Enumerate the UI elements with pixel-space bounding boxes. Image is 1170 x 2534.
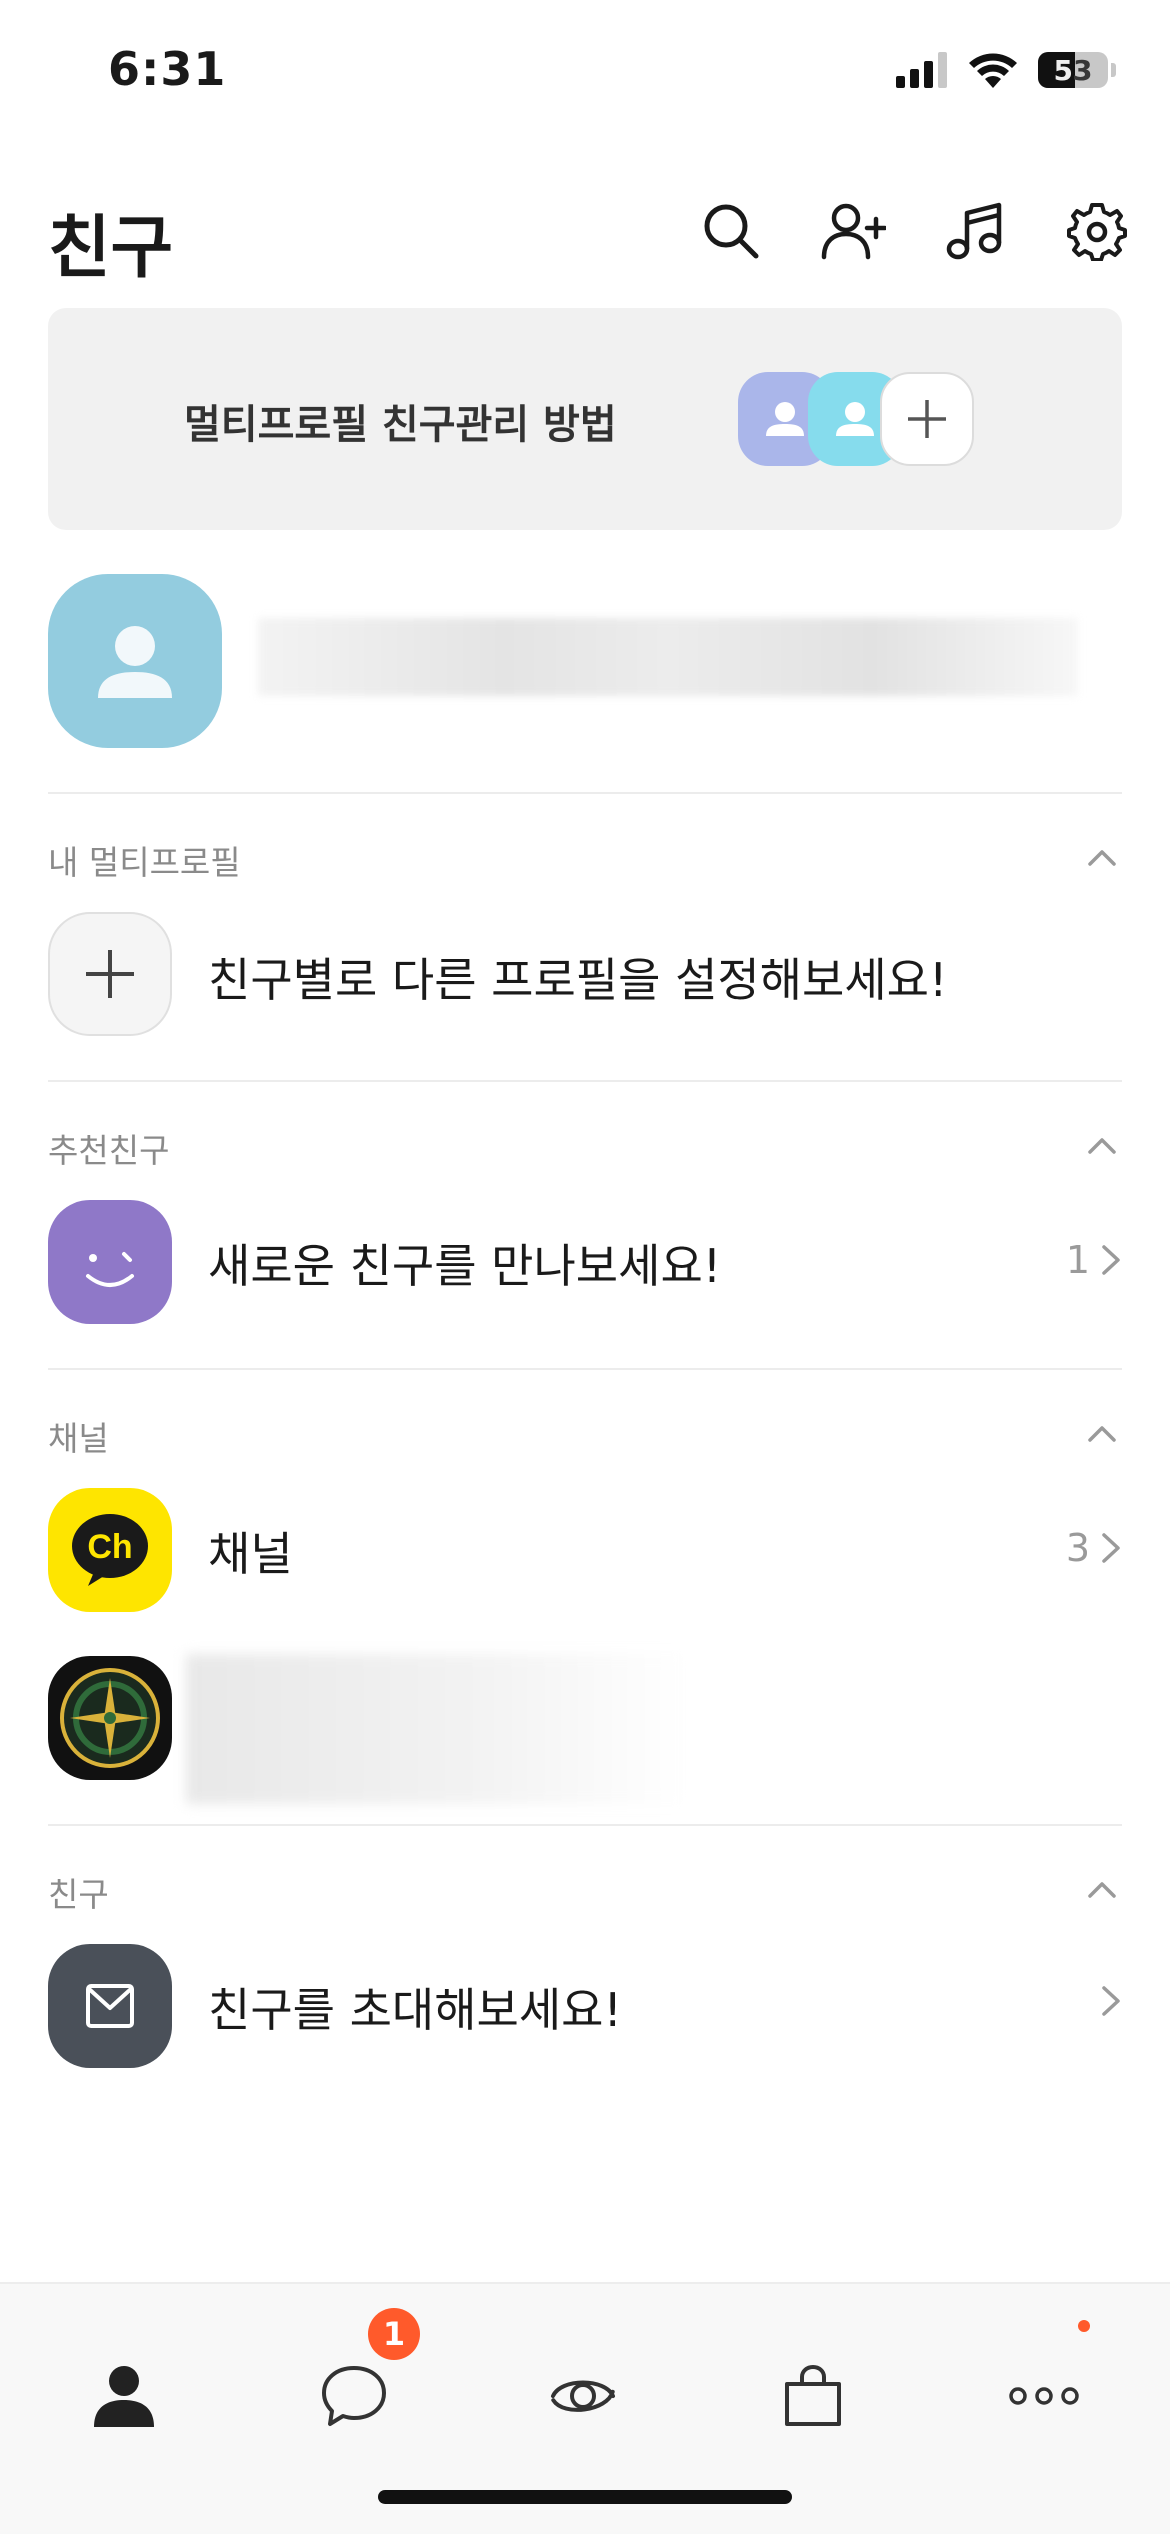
- chat-unread-badge: 1: [368, 2308, 420, 2360]
- chat-bubble-icon: [322, 2366, 386, 2426]
- chevron-up-icon[interactable]: [1082, 1414, 1122, 1454]
- recommend-count: 1: [1065, 1238, 1090, 1282]
- channel-item-avatar[interactable]: [48, 1656, 172, 1780]
- chevron-up-icon[interactable]: [1082, 838, 1122, 878]
- home-indicator[interactable]: [378, 2490, 792, 2504]
- search-button[interactable]: [698, 198, 764, 264]
- search-icon: [704, 204, 759, 259]
- chevron-right-icon: [1102, 1533, 1120, 1563]
- chevron-up-icon[interactable]: [1082, 1126, 1122, 1166]
- section-label-friends: 친구: [48, 1875, 109, 1914]
- section-label-multiprofile: 내 멀티프로필: [48, 843, 241, 882]
- channel-label[interactable]: 채널: [208, 1518, 293, 1584]
- chats-tab[interactable]: [304, 2346, 404, 2446]
- person-filled-icon: [94, 2366, 154, 2427]
- recommend-count-link[interactable]: 1: [1066, 1238, 1122, 1282]
- plus-icon: [908, 400, 946, 438]
- section-label-recommended: 추천친구: [48, 1131, 170, 1170]
- invite-friend-prompt[interactable]: 친구를 초대해보세요!: [208, 1974, 622, 2040]
- cellular-signal-icon: [896, 52, 947, 88]
- channel-count-link[interactable]: 3: [1066, 1526, 1122, 1570]
- shopping-tab[interactable]: [763, 2346, 863, 2446]
- chevron-up-icon[interactable]: [1082, 1870, 1122, 1910]
- recommend-friend-prompt[interactable]: 새로운 친구를 만나보세요!: [208, 1230, 721, 1296]
- multiprofile-guide-banner[interactable]: 멀티프로필 친구관리 방법: [48, 308, 1122, 530]
- invite-friend-link[interactable]: [1100, 1984, 1122, 2018]
- banner-add-avatar: [880, 372, 974, 466]
- gear-icon: [1067, 203, 1127, 261]
- divider: [48, 792, 1122, 794]
- settings-button[interactable]: [1064, 198, 1130, 264]
- battery-level: 53: [1053, 53, 1093, 87]
- channel-logo-text: Ch: [87, 1528, 133, 1566]
- wifi-icon: [969, 53, 1017, 88]
- chevron-right-icon: [1102, 1986, 1120, 2016]
- compass-logo-icon: [60, 1668, 160, 1768]
- battery-indicator: 53: [1038, 52, 1108, 88]
- mail-icon: [86, 1984, 134, 2028]
- more-dots-icon: [1009, 2387, 1079, 2405]
- shopping-bag-icon: [785, 2364, 841, 2426]
- more-tab[interactable]: [994, 2346, 1094, 2446]
- divider: [48, 1824, 1122, 1826]
- channel-icon-tile[interactable]: Ch: [48, 1488, 172, 1612]
- plus-icon: [86, 950, 134, 998]
- banner-text: 멀티프로필 친구관리 방법: [184, 402, 617, 448]
- status-time: 6:31: [108, 42, 227, 96]
- my-profile-name-blurred[interactable]: [258, 618, 1078, 696]
- page-title: 친구: [48, 209, 174, 288]
- smiley-icon: [86, 1252, 134, 1287]
- my-profile-avatar[interactable]: [48, 574, 222, 748]
- add-friend-button[interactable]: [820, 198, 886, 264]
- recommend-friend-icon-tile[interactable]: [48, 1200, 172, 1324]
- add-friend-icon: [821, 203, 886, 260]
- status-icons: 53: [896, 52, 1116, 88]
- friends-tab[interactable]: [74, 2346, 174, 2446]
- eye-view-icon: [551, 2380, 615, 2412]
- channel-item-name-blurred[interactable]: [186, 1654, 686, 1804]
- divider: [48, 1368, 1122, 1370]
- more-notification-dot: [1078, 2320, 1090, 2332]
- music-note-icon: [946, 202, 1002, 260]
- invite-friend-icon-tile[interactable]: [48, 1944, 172, 2068]
- divider: [48, 1080, 1122, 1082]
- view-tab[interactable]: [533, 2346, 633, 2446]
- multiprofile-prompt[interactable]: 친구별로 다른 프로필을 설정해보세요!: [208, 944, 947, 1010]
- channel-count: 3: [1065, 1526, 1090, 1570]
- add-multiprofile-button[interactable]: [48, 912, 172, 1036]
- person-icon: [98, 626, 172, 698]
- chevron-right-icon: [1102, 1245, 1120, 1275]
- music-button[interactable]: [942, 198, 1008, 264]
- header-actions: [698, 198, 1130, 264]
- section-label-channel: 채널: [48, 1419, 109, 1458]
